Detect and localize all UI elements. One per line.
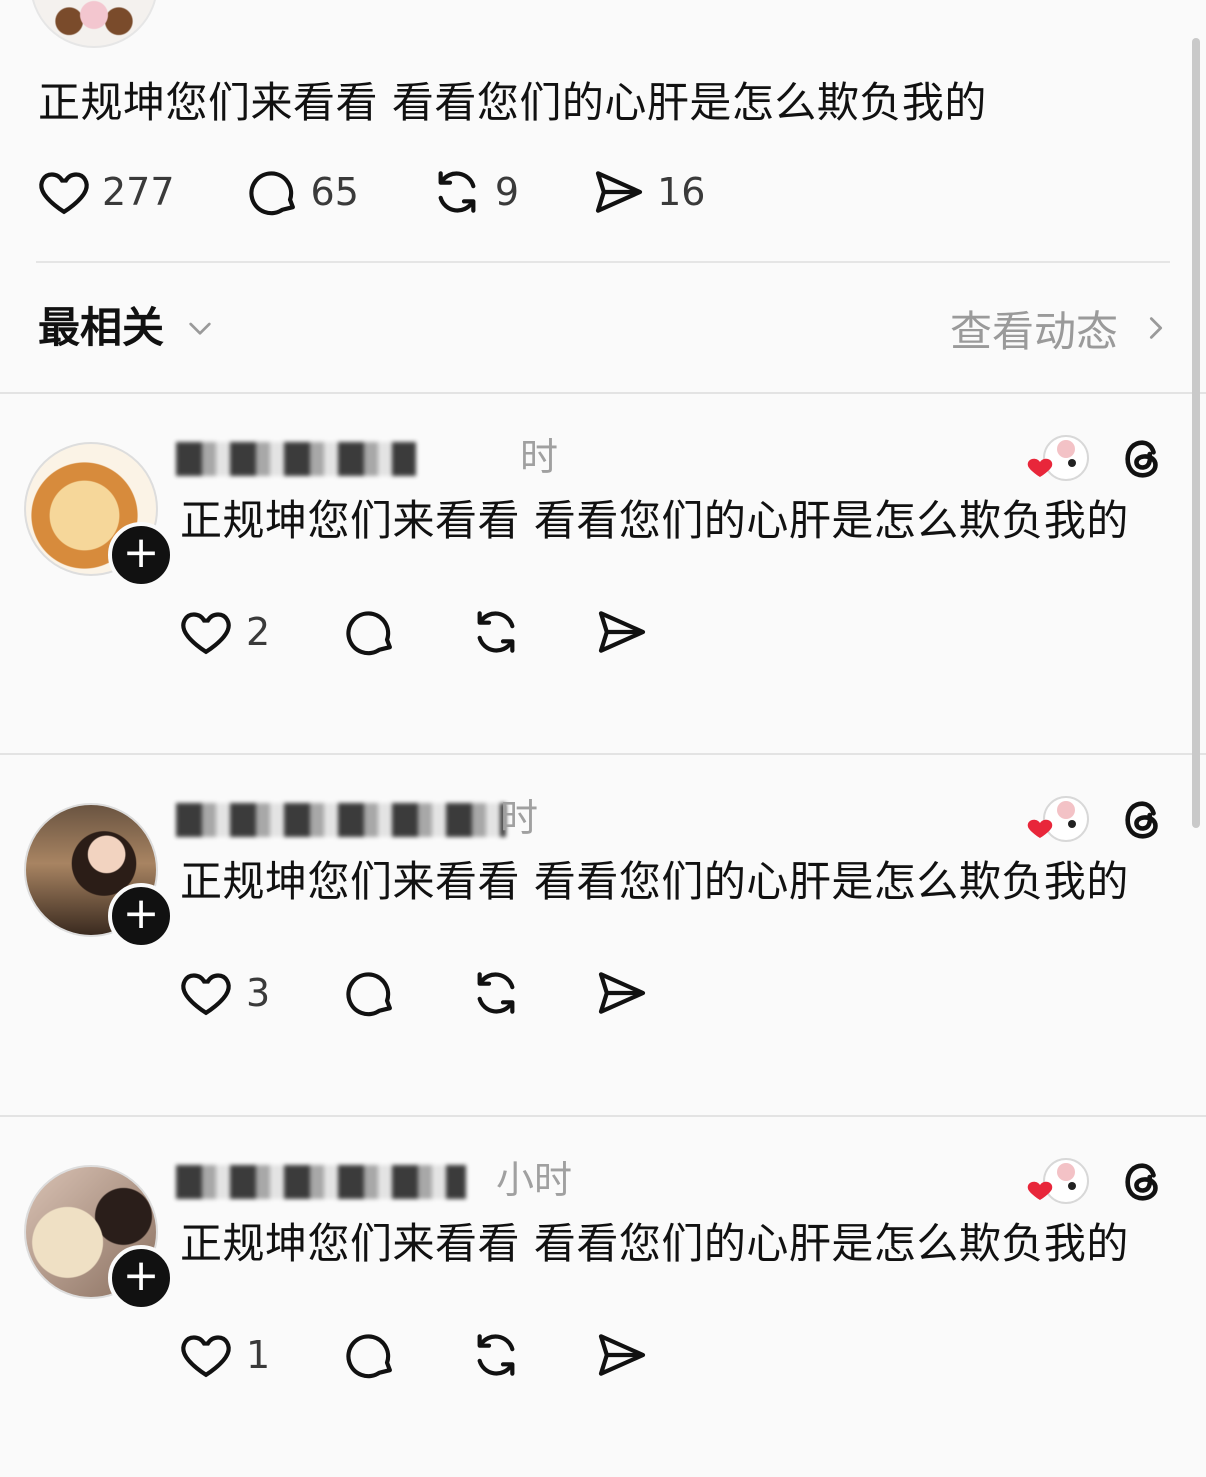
view-activity-label: 查看动态	[949, 306, 1118, 356]
repost-icon[interactable]	[468, 604, 524, 660]
threads-icon[interactable]	[1120, 1157, 1166, 1207]
username-blurred[interactable]	[176, 442, 416, 476]
post-stats-bar: 277 65 9 16	[36, 162, 705, 222]
liked-by-author-badge	[1027, 796, 1089, 842]
heart-icon	[39, 172, 89, 215]
reply-item: + 小时 正规坤您们来看看 看看您们的心肝是怎么欺负我的 1	[0, 1117, 1206, 1477]
original-poster-avatar[interactable]	[30, 0, 158, 48]
repost-icon[interactable]	[468, 1327, 524, 1383]
chevron-right-icon	[1149, 317, 1163, 339]
reply-text: 正规坤您们来看看 看看您们的心肝是怎么欺负我的	[180, 496, 1129, 545]
repost-count: 9	[494, 170, 520, 214]
comment-icon	[248, 171, 295, 216]
share-count: 16	[657, 170, 706, 214]
threads-icon[interactable]	[1120, 795, 1166, 845]
like-button[interactable]: 277	[36, 164, 175, 220]
post-text: 正规坤您们来看看 看看您们的心肝是怎么欺负我的	[38, 78, 987, 127]
reply-text: 正规坤您们来看看 看看您们的心肝是怎么欺负我的	[180, 857, 1129, 906]
view-activity-link[interactable]: 查看动态	[950, 298, 1170, 358]
reply-actions: 3	[178, 965, 650, 1021]
share-button[interactable]: 16	[591, 164, 705, 220]
reply-item: + 时 正规坤您们来看看 看看您们的心肝是怎么欺负我的 2	[0, 394, 1206, 754]
divider	[36, 261, 1170, 263]
like-count: 2	[246, 610, 271, 654]
share-icon[interactable]	[594, 1327, 650, 1383]
liked-by-author-badge	[1027, 1158, 1089, 1204]
comment-icon[interactable]	[342, 1327, 398, 1383]
share-icon[interactable]	[594, 965, 650, 1021]
heart-icon[interactable]	[178, 604, 234, 660]
sort-dropdown-label[interactable]: 最相关	[38, 298, 164, 358]
reply-time: 小时	[496, 1158, 573, 1202]
reply-time: 时	[500, 796, 539, 840]
chevron-down-icon[interactable]	[184, 312, 216, 344]
comment-count: 65	[310, 170, 359, 214]
share-icon	[595, 171, 643, 213]
reply-item: + 时 正规坤您们来看看 看看您们的心肝是怎么欺负我的 3	[0, 755, 1206, 1115]
follow-button[interactable]: +	[108, 883, 174, 949]
like-count: 277	[102, 170, 175, 214]
follow-button[interactable]: +	[108, 1245, 174, 1311]
reply-text: 正规坤您们来看看 看看您们的心肝是怎么欺负我的	[180, 1219, 1129, 1268]
repost-button[interactable]: 9	[429, 164, 519, 220]
heart-icon[interactable]	[178, 1327, 234, 1383]
share-icon[interactable]	[594, 604, 650, 660]
like-count: 3	[246, 971, 271, 1015]
threads-icon[interactable]	[1120, 434, 1166, 484]
like-count: 1	[246, 1333, 271, 1377]
username-blurred[interactable]	[176, 1165, 466, 1199]
follow-button[interactable]: +	[108, 522, 174, 588]
scrollbar[interactable]	[1192, 38, 1200, 828]
reply-actions: 1	[178, 1327, 650, 1383]
comment-icon[interactable]	[342, 604, 398, 660]
repost-icon[interactable]	[468, 965, 524, 1021]
username-blurred[interactable]	[176, 803, 506, 837]
comment-icon[interactable]	[342, 965, 398, 1021]
replies-sort-bar: 最相关 查看动态	[38, 298, 1170, 358]
reply-actions: 2	[178, 604, 650, 660]
reply-time: 时	[520, 435, 559, 479]
comment-button[interactable]: 65	[245, 164, 359, 220]
heart-icon[interactable]	[178, 965, 234, 1021]
repost-icon	[438, 171, 476, 213]
liked-by-author-badge	[1027, 435, 1089, 481]
